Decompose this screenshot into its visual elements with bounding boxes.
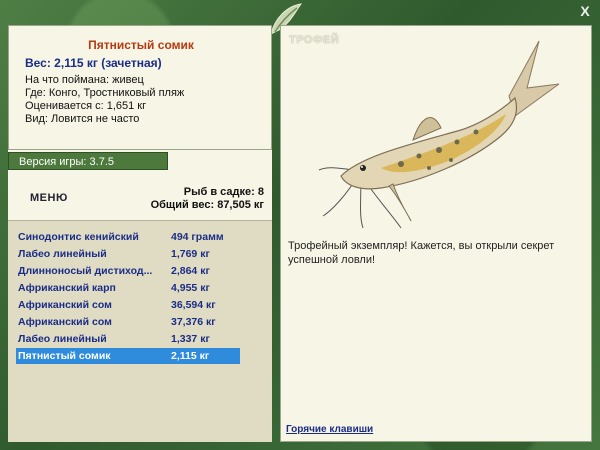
total-weight: Общий вес: 87,505 кг [150,199,264,211]
hotkeys-link[interactable]: Горячие клавиши [286,424,373,435]
fish-weight-value: 2,115 кг [171,350,210,362]
list-item-selected[interactable]: Пятнистый сомик 2,115 кг [16,348,240,364]
list-item[interactable]: Лабео линейный 1,769 кг [16,246,240,262]
list-item[interactable]: Синодонтис кенийский 494 грамм [16,229,240,245]
fish-name: Лабео линейный [18,333,107,345]
fish-weight-value: 1,337 кг [171,333,210,345]
menu-button[interactable]: МЕНЮ [30,192,68,204]
keepnet-stats: Рыб в садке: 8 Общий вес: 87,505 кг [151,186,264,212]
fish-name: Пятнистый сомик [18,350,111,362]
close-button[interactable]: X [578,4,592,18]
fish-list: Синодонтис кенийский 494 грамм Лабео лин… [8,220,272,442]
bait-info: На что поймана: живец [25,74,144,86]
catch-info-panel: Пятнистый сомик Вес: 2,115 кг (зачетная)… [8,25,272,150]
game-version: Версия игры: 3.7.5 [8,152,168,170]
fish-weight-value: 37,376 кг [171,316,216,328]
fish-weight-value: 1,769 кг [171,248,210,260]
fish-weight-value: 494 грамм [171,231,224,243]
list-item[interactable]: Лабео линейный 1,337 кг [16,331,240,347]
status-panel: Версия игры: 3.7.5 МЕНЮ Рыб в садке: 8 О… [8,150,272,220]
catfish-image [318,40,560,229]
fish-count: Рыб в садке: 8 [183,186,264,198]
fish-name: Африканский сом [18,316,112,328]
fish-name: Лабео линейный [18,248,107,260]
fish-weight-value: 4,955 кг [171,282,210,294]
fish-name: Африканский карп [18,282,116,294]
value-info: Оценивается с: 1,651 кг [25,100,147,112]
list-item[interactable]: Африканский карп 4,955 кг [16,280,240,296]
rarity-info: Вид: Ловится не часто [25,113,140,125]
fish-name: Африканский сом [18,299,112,311]
fish-name: Синодонтис кенийский [18,231,139,243]
fish-weight-value: 36,594 кг [171,299,216,311]
location-info: Где: Конго, Тростниковый пляж [25,87,185,99]
fish-weight: Вес: 2,115 кг (зачетная) [25,56,162,70]
list-item[interactable]: Африканский сом 36,594 кг [16,297,240,313]
trophy-panel: ТРОФЕЙ Трофейный экземпляр! Кажется, вы … [280,25,592,442]
fish-name: Длинноносый дистиход... [18,265,153,277]
trophy-message: Трофейный экземпляр! Кажется, вы открыли… [288,240,555,266]
fish-weight-value: 2,864 кг [171,265,210,277]
list-item[interactable]: Длинноносый дистиход... 2,864 кг [16,263,240,279]
fish-title: Пятнистый сомик [88,38,194,52]
list-item[interactable]: Африканский сом 37,376 кг [16,314,240,330]
